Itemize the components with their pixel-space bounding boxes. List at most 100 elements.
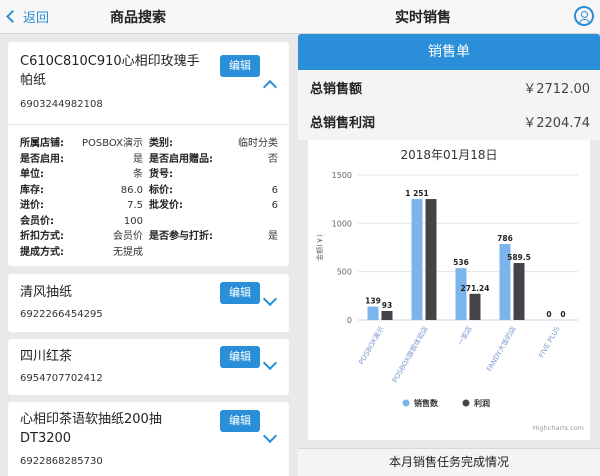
chevron-up-icon[interactable]: [262, 79, 278, 95]
total-profit-value: ￥2204.74: [523, 115, 590, 131]
detail-value: 86.0: [120, 184, 143, 196]
detail-value: 100: [123, 215, 143, 227]
product-list[interactable]: C610C810C910心相印玫瑰手 帕纸 编辑 6903244982108 所…: [0, 34, 297, 476]
user-head-shape: [581, 11, 588, 18]
detail-value: 条: [133, 169, 143, 180]
detail-value: 是: [268, 231, 278, 242]
detail-label: 进价:: [20, 200, 44, 211]
product-name-line1: C610C810C910心相印玫瑰手: [20, 54, 200, 69]
sales-order-tab[interactable]: 销售单: [298, 34, 600, 70]
divider: [8, 124, 289, 125]
detail-label: 批发价:: [149, 200, 183, 211]
legend-label: 利润: [473, 398, 490, 408]
total-profit-row: 总销售利润 ￥2204.74: [310, 104, 590, 138]
monthly-task-section[interactable]: 本月销售任务完成情况: [298, 448, 600, 476]
detail-value: 6: [271, 184, 278, 196]
detail-row: 单位: 条 货号:: [20, 167, 278, 183]
bar-sales: [455, 268, 467, 320]
detail-label: 是否启用:: [20, 153, 64, 165]
detail-row: 库存: 86.0 标价: 6: [20, 183, 278, 199]
detail-label: 是否参与打折:: [149, 231, 213, 242]
chart-svg: 0 500 1000 1500 金额(￥) 139 93 POSBOX演示 1 251 POSBO…: [315, 171, 584, 432]
legend-marker: [462, 399, 470, 407]
product-name-line2: DT3200: [20, 431, 72, 446]
detail-label: 会员价:: [20, 215, 54, 227]
chevron-down-icon[interactable]: [262, 291, 278, 307]
y-axis-label: 金额(￥): [315, 234, 324, 261]
detail-value: 6: [271, 200, 278, 211]
bar-sales: [367, 306, 379, 320]
y-tick-label: 1500: [332, 171, 352, 180]
detail-row: 所属店铺: POSBOX演示 类别: 临时分类: [20, 136, 278, 152]
x-tick-label: FIVE PLUS: [537, 325, 562, 360]
detail-row: 是否启用: 是 是否启用赠品: 否: [20, 152, 278, 168]
total-sales-label: 总销售额: [310, 81, 363, 97]
data-label: 93: [382, 301, 392, 310]
user-icon[interactable]: [574, 6, 594, 26]
detail-value: 临时分类: [238, 138, 278, 149]
realtime-sales-title: 实时销售: [395, 10, 451, 26]
data-label: 0: [546, 310, 551, 319]
product-name: C610C810C910心相印玫瑰手 帕纸: [20, 52, 200, 90]
product-barcode: 6903244982108: [20, 99, 103, 110]
detail-row: 提成方式: 无提成: [20, 245, 278, 261]
product-barcode: 6922868285730: [20, 456, 103, 467]
total-sales-value: ￥2712.00: [523, 81, 590, 97]
product-card[interactable]: 清风抽纸 编辑 6922266454295: [8, 274, 289, 332]
bar-profit: [425, 199, 437, 320]
detail-value: 是: [133, 153, 143, 165]
data-label: 589.5: [507, 253, 531, 262]
top-bar: 返回 商品搜索 实时销售: [0, 0, 600, 34]
chevron-down-icon[interactable]: [262, 428, 278, 444]
data-label: 271.24: [461, 284, 490, 293]
back-button[interactable]: 返回: [6, 7, 49, 26]
x-tick-label: 一家店: [455, 325, 473, 348]
data-label: 536: [453, 258, 469, 267]
product-card[interactable]: 四川红茶 编辑 6954707702412: [8, 339, 289, 395]
data-label: 0: [560, 310, 565, 319]
edit-button[interactable]: 编辑: [220, 55, 260, 77]
product-name-line2: 帕纸: [20, 73, 47, 88]
sales-chart: 2018年01月18日 0 500 1000 1500 金额(￥) 139 93 POSBOX…: [308, 140, 590, 440]
detail-value: 否: [268, 153, 278, 165]
detail-value: POSBOX演示: [81, 138, 143, 149]
chart-credits: Highcharts.com: [533, 424, 584, 432]
product-card[interactable]: C610C810C910心相印玫瑰手 帕纸 编辑 6903244982108 所…: [8, 42, 289, 266]
chevron-down-icon[interactable]: [262, 355, 278, 371]
y-tick-label: 500: [337, 268, 352, 277]
edit-button[interactable]: 编辑: [220, 410, 260, 432]
detail-label: 类别:: [149, 138, 173, 149]
sales-panel: 销售单 总销售额 ￥2712.00 总销售利润 ￥2204.74 2018年01…: [298, 34, 600, 476]
detail-value: 会员价: [113, 231, 143, 242]
detail-label: 是否启用赠品:: [149, 153, 213, 165]
detail-row: 进价: 7.5 批发价: 6: [20, 198, 278, 214]
edit-button[interactable]: 编辑: [220, 346, 260, 368]
detail-value: 无提成: [113, 246, 143, 258]
chevron-left-icon: [6, 10, 19, 23]
detail-label: 折扣方式:: [20, 231, 64, 242]
product-details: 所属店铺: POSBOX演示 类别: 临时分类 是否启用: 是 是否启用赠品: 否 单位…: [20, 136, 278, 260]
legend-marker: [402, 399, 410, 407]
detail-row: 会员价: 100: [20, 214, 278, 230]
detail-label: 库存:: [20, 184, 44, 196]
product-card[interactable]: 心相印茶语软抽纸200抽 DT3200 编辑 6922868285730: [8, 402, 289, 476]
total-sales-row: 总销售额 ￥2712.00: [310, 70, 590, 104]
detail-label: 所属店铺:: [20, 138, 64, 149]
total-profit-label: 总销售利润: [310, 115, 376, 131]
detail-label: 提成方式:: [20, 246, 64, 258]
x-tick-label: POSBOX演示: [357, 325, 386, 366]
bar-sales: [411, 199, 423, 320]
product-search-title: 商品搜索: [110, 10, 166, 26]
product-name: 心相印茶语软抽纸200抽 DT3200: [20, 410, 162, 448]
x-tick-label: POSBOX旗舰体验店: [390, 325, 430, 385]
detail-row: 折扣方式: 会员价 是否参与打折: 是: [20, 229, 278, 245]
product-name: 清风抽纸: [20, 285, 73, 300]
user-body-shape: [579, 19, 590, 24]
detail-label: 标价:: [149, 184, 173, 196]
product-name: 四川红茶: [20, 349, 73, 364]
edit-button[interactable]: 编辑: [220, 282, 260, 304]
detail-value: 7.5: [127, 200, 143, 211]
product-barcode: 6922266454295: [20, 309, 103, 320]
y-tick-label: 0: [347, 316, 352, 325]
data-label: 786: [497, 234, 513, 243]
